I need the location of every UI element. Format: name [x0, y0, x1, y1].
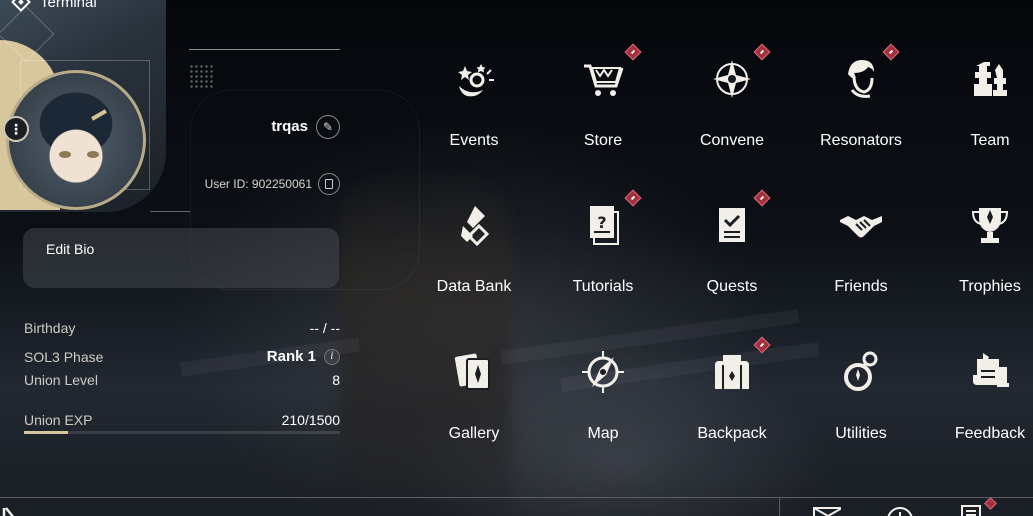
menu-item-tutorials[interactable]: ? Tutorials [539, 189, 667, 332]
menu-item-map[interactable]: Map [539, 337, 667, 479]
bottom-bar-divider [0, 497, 1033, 498]
avatar-hairclip [91, 109, 107, 121]
menu-item-label: Feedback [954, 425, 1026, 442]
menu-item-label: Convene [699, 132, 765, 149]
stat-label: SOL3 Phase [24, 348, 104, 365]
clock-icon[interactable] [886, 502, 914, 516]
divider [150, 211, 190, 212]
notification-badge [624, 189, 642, 207]
union-exp-progress-bar [24, 431, 340, 434]
notification-badge [753, 336, 771, 354]
stat-value: Rank 1 [266, 348, 316, 365]
avatar-options-button[interactable]: ⋮ [3, 116, 29, 142]
user-id-label: User ID: 902250061 [204, 177, 312, 191]
notes-notification-badge [984, 497, 997, 510]
stat-label: Union EXP [24, 412, 93, 428]
menu-item-label: Gallery [448, 425, 500, 442]
menu-item-label: Utilities [835, 425, 887, 442]
dot-grid-decoration [189, 64, 213, 88]
more-vertical-icon: ⋮ [9, 120, 23, 137]
menu-item-utilities[interactable]: Utilities [797, 337, 925, 479]
convene-star-icon [709, 56, 755, 102]
notification-badge [882, 43, 900, 61]
notes-icon[interactable] [958, 502, 986, 516]
menu-item-label: Tutorials [572, 278, 634, 295]
backpack-icon [709, 349, 755, 395]
avatar-eye [87, 151, 99, 158]
edit-name-button[interactable]: ✎ [316, 115, 340, 139]
union-exp-progress-fill [24, 431, 69, 434]
terminal-icon [11, 0, 31, 12]
bottom-bar-separator [779, 497, 780, 516]
trophy-icon [967, 202, 1013, 248]
data-bank-icon [451, 202, 497, 248]
stat-union-exp: Union EXP 210/1500 [24, 412, 340, 428]
copy-icon [325, 179, 333, 189]
avatar[interactable] [6, 70, 146, 210]
menu-item-friends[interactable]: Friends [797, 190, 925, 332]
friends-handshake-icon [838, 202, 884, 248]
events-icon [451, 56, 497, 102]
notification-badge [753, 43, 771, 61]
mail-icon[interactable] [813, 502, 841, 516]
pencil-icon: ✎ [322, 120, 334, 134]
stat-birthday: Birthday -- / -- [24, 320, 340, 336]
menu-item-label: Events [449, 132, 499, 149]
stat-rank-wrap: Rank 1 i [267, 348, 340, 365]
menu-item-backpack[interactable]: Backpack [668, 336, 796, 479]
stat-label: Birthday [24, 320, 76, 336]
avatar-card [0, 0, 166, 212]
menu-item-label: Store [583, 132, 623, 149]
menu-grid: Events Store Convene Resonators Team Dat… [410, 43, 1033, 484]
menu-item-label: Data Bank [436, 278, 512, 295]
stat-value: 8 [332, 372, 340, 388]
utilities-icon [838, 349, 884, 395]
team-chess-icon [967, 56, 1013, 102]
terminal-header: Terminal [11, 0, 97, 12]
menu-item-events[interactable]: Events [410, 44, 538, 186]
menu-item-label: Resonators [820, 132, 902, 149]
menu-item-feedback[interactable]: Feedback [926, 337, 1033, 479]
gallery-cards-icon [451, 349, 497, 395]
menu-item-quests[interactable]: Quests [668, 189, 796, 332]
terminal-title: Terminal [40, 0, 97, 11]
username: trqas [271, 118, 308, 135]
menu-item-label: Team [970, 132, 1010, 149]
stat-union-level: Union Level 8 [24, 372, 340, 388]
edit-bio-label: Edit Bio [46, 241, 95, 257]
stat-label: Union Level [24, 372, 98, 388]
menu-item-label: Backpack [697, 425, 767, 442]
copy-user-id-button[interactable] [318, 173, 340, 195]
notification-badge [753, 189, 771, 207]
stat-value: 210/1500 [281, 412, 340, 428]
play-icon[interactable] [2, 502, 30, 516]
menu-item-convene[interactable]: Convene [668, 43, 796, 186]
store-cart-icon [580, 56, 626, 102]
menu-item-trophies[interactable]: Trophies [926, 190, 1033, 332]
menu-item-label: Map [587, 425, 619, 442]
stat-value: -- / -- [309, 320, 340, 336]
info-icon[interactable]: i [324, 348, 340, 365]
menu-item-store[interactable]: Store [539, 43, 667, 186]
user-id-row: User ID: 902250061 [188, 172, 340, 196]
stat-sol3-phase: SOL3 Phase Rank 1 i [24, 348, 340, 365]
avatar-eye [59, 151, 71, 158]
menu-item-gallery[interactable]: Gallery [410, 337, 538, 479]
menu-item-data-bank[interactable]: Data Bank [410, 190, 538, 332]
menu-item-team[interactable]: Team [926, 44, 1033, 186]
divider [189, 49, 340, 50]
menu-item-resonators[interactable]: Resonators [797, 43, 925, 186]
svg-text:?: ? [597, 213, 606, 232]
edit-bio-button[interactable]: Edit Bio [23, 228, 339, 288]
quests-icon [709, 202, 755, 248]
map-compass-icon [580, 349, 626, 395]
feedback-icon [967, 349, 1013, 395]
menu-item-label: Friends [834, 278, 888, 295]
tutorials-icon: ? [580, 202, 626, 248]
resonator-portrait-icon [838, 56, 884, 102]
menu-item-label: Trophies [959, 278, 1021, 295]
notification-badge [624, 43, 642, 61]
menu-item-label: Quests [706, 278, 758, 295]
